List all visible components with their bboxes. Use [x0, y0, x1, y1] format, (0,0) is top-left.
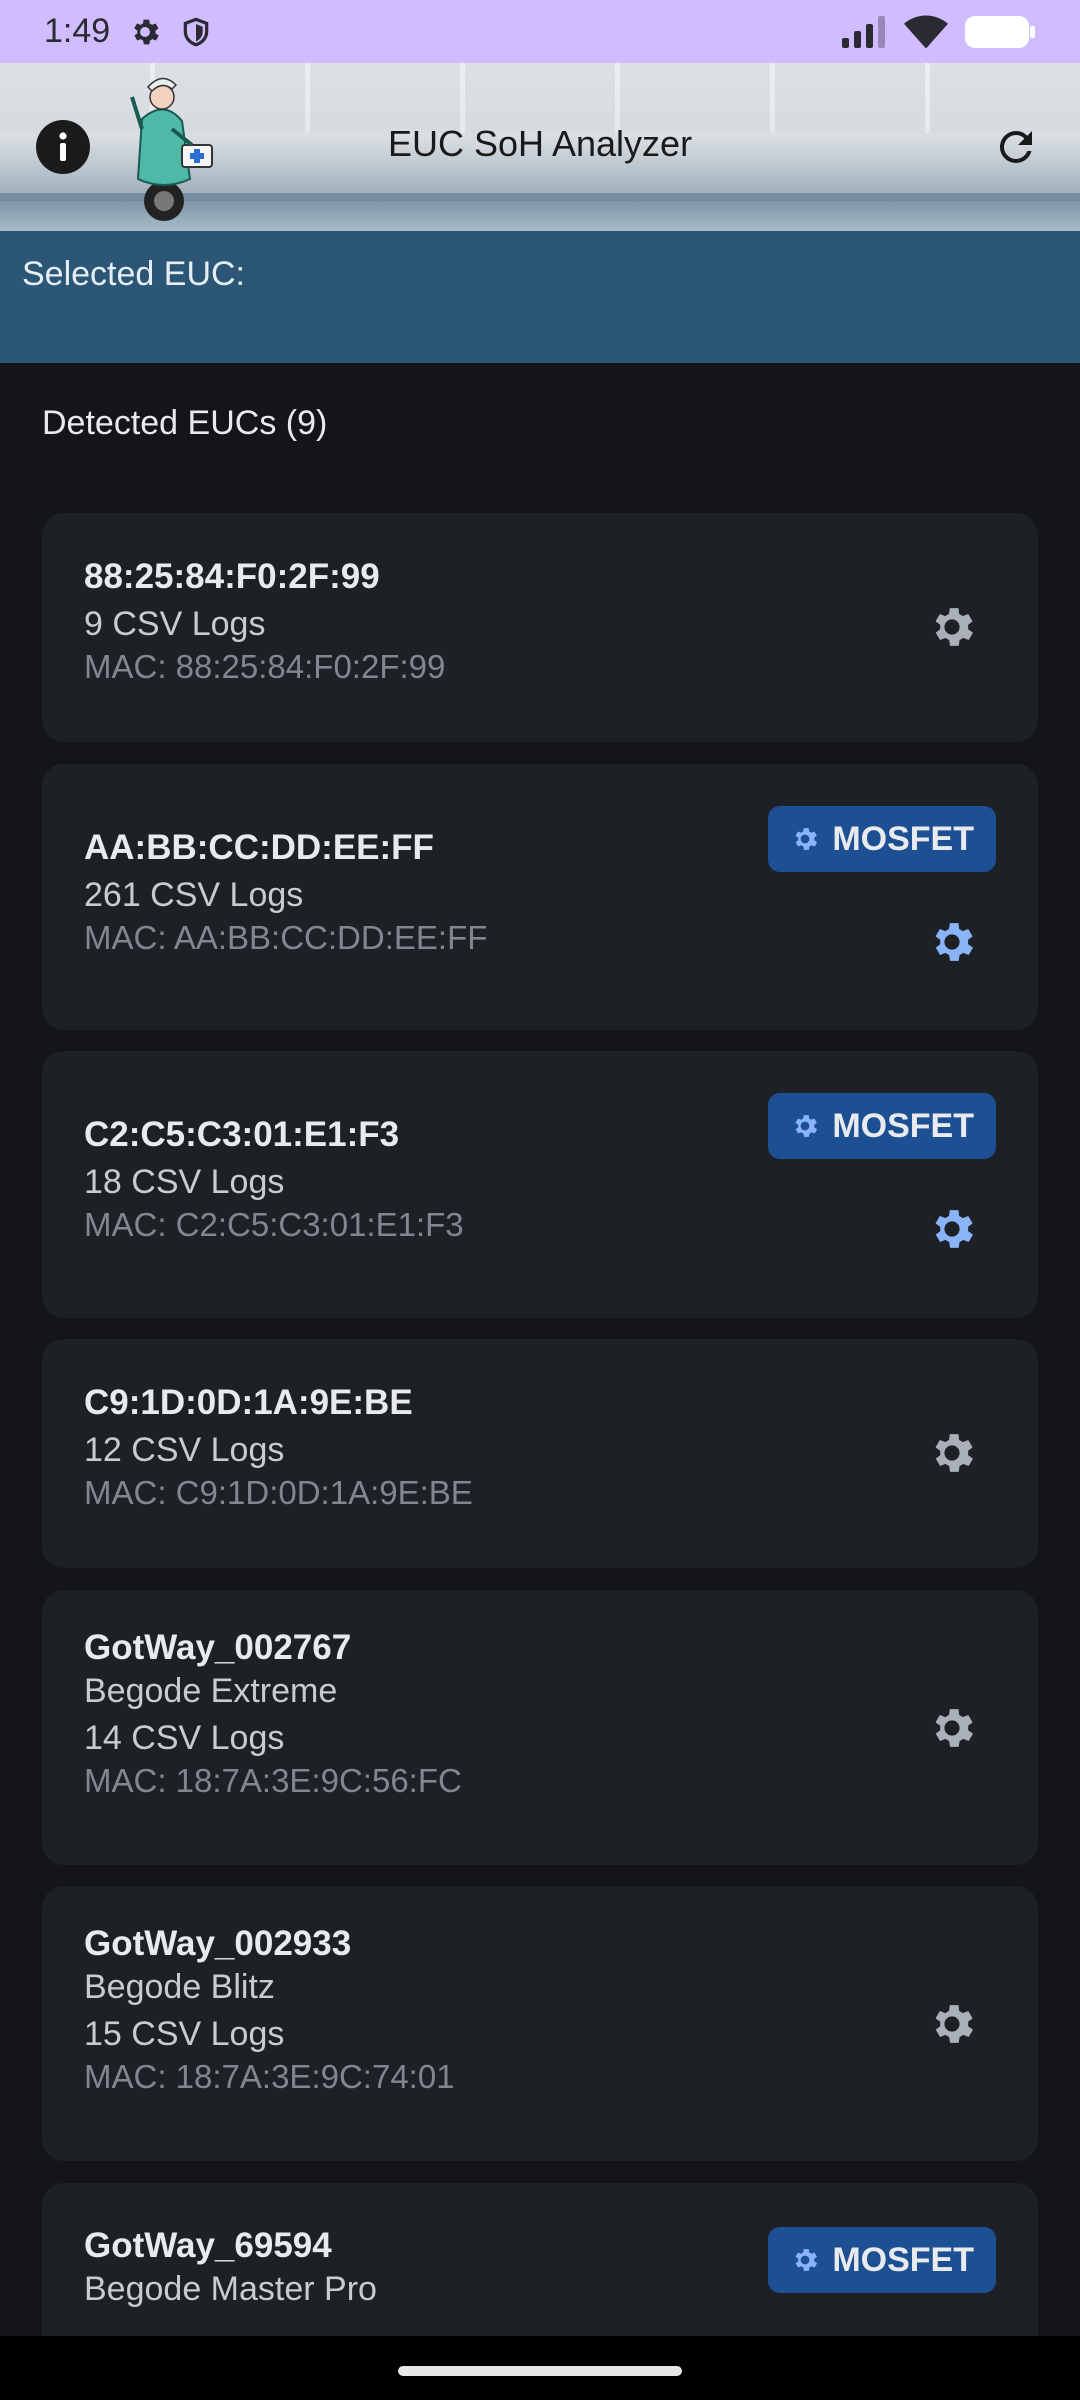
euc-card[interactable]: C2:C5:C3:01:E1:F3 18 CSV Logs MAC: C2:C5…	[42, 1051, 1038, 1318]
status-time: 1:49	[44, 12, 111, 50]
selected-euc-label: Selected EUC:	[22, 255, 245, 293]
euc-name: GotWay_002767	[84, 1628, 352, 1667]
refresh-button[interactable]	[988, 119, 1044, 175]
euc-mac: MAC: 18:7A:3E:9C:74:01	[84, 2058, 455, 2095]
refresh-icon	[999, 130, 1032, 163]
euc-csv-logs: 12 CSV Logs	[84, 1431, 285, 1469]
battery-icon	[964, 15, 1036, 49]
euc-settings-button[interactable]	[924, 914, 980, 970]
settings-gear-status-icon	[128, 15, 162, 49]
gear-icon	[935, 608, 974, 646]
euc-mac: MAC: 88:25:84:F0:2F:99	[84, 648, 446, 685]
euc-model: Begode Blitz	[84, 1968, 275, 2006]
euc-settings-button[interactable]	[924, 1425, 980, 1481]
gear-icon	[935, 1709, 974, 1747]
euc-card[interactable]: 88:25:84:F0:2F:99 9 CSV Logs MAC: 88:25:…	[42, 513, 1038, 742]
gear-icon	[935, 1210, 974, 1248]
status-bar: 1:49	[0, 0, 1080, 63]
mosfet-label: MOSFET	[832, 1106, 974, 1145]
euc-csv-logs: 18 CSV Logs	[84, 1163, 285, 1201]
euc-name: C9:1D:0D:1A:9E:BE	[84, 1383, 413, 1422]
euc-mac: MAC: C9:1D:0D:1A:9E:BE	[84, 1474, 473, 1511]
euc-settings-button[interactable]	[924, 1996, 980, 2052]
wifi-icon	[904, 15, 948, 49]
euc-csv-logs: 15 CSV Logs	[84, 2015, 285, 2053]
mosfet-button[interactable]: MOSFET	[768, 2227, 996, 2293]
euc-card[interactable]: C9:1D:0D:1A:9E:BE 12 CSV Logs MAC: C9:1D…	[42, 1339, 1038, 1568]
euc-csv-logs: 9 CSV Logs	[84, 605, 266, 643]
gear-icon	[935, 2005, 974, 2043]
euc-settings-button[interactable]	[924, 599, 980, 655]
mosfet-button[interactable]: MOSFET	[768, 806, 996, 872]
euc-mac: MAC: 18:7A:3E:9C:56:FC	[84, 1762, 462, 1799]
euc-card[interactable]: GotWay_002933 Begode Blitz 15 CSV Logs M…	[42, 1886, 1038, 2161]
euc-model: Begode Extreme	[84, 1672, 338, 1710]
euc-card[interactable]: GotWay_002767 Begode Extreme 14 CSV Logs…	[42, 1590, 1038, 1865]
gear-icon	[795, 2249, 818, 2271]
euc-name: 88:25:84:F0:2F:99	[84, 557, 380, 596]
gesture-handle[interactable]	[398, 2366, 682, 2376]
euc-settings-button[interactable]	[924, 1700, 980, 1756]
app-title: EUC SoH Analyzer	[387, 123, 693, 164]
euc-mac: MAC: AA:BB:CC:DD:EE:FF	[84, 919, 488, 956]
selected-euc-bar: Selected EUC:	[0, 231, 1080, 363]
gear-icon	[795, 828, 818, 850]
mosfet-label: MOSFET	[832, 2240, 974, 2279]
euc-csv-logs: 14 CSV Logs	[84, 1719, 285, 1757]
euc-name: GotWay_002933	[84, 1924, 352, 1963]
euc-card[interactable]: GotWay_69594 Begode Master Pro MOSFET	[42, 2183, 1038, 2336]
detected-eucs-title: Detected EUCs (9)	[42, 404, 328, 442]
euc-card[interactable]: AA:BB:CC:DD:EE:FF 261 CSV Logs MAC: AA:B…	[42, 764, 1038, 1030]
mosfet-label: MOSFET	[832, 819, 974, 858]
euc-csv-logs: 261 CSV Logs	[84, 876, 304, 914]
gear-icon	[935, 923, 974, 961]
euc-mac: MAC: C2:C5:C3:01:E1:F3	[84, 1206, 464, 1243]
shield-status-icon	[180, 15, 212, 49]
euc-settings-button[interactable]	[924, 1201, 980, 1257]
app-header: EUC SoH Analyzer	[0, 63, 1080, 231]
gear-icon	[795, 1115, 818, 1137]
mosfet-button[interactable]: MOSFET	[768, 1093, 996, 1159]
gear-icon	[935, 1434, 974, 1472]
signal-icon	[842, 15, 888, 48]
